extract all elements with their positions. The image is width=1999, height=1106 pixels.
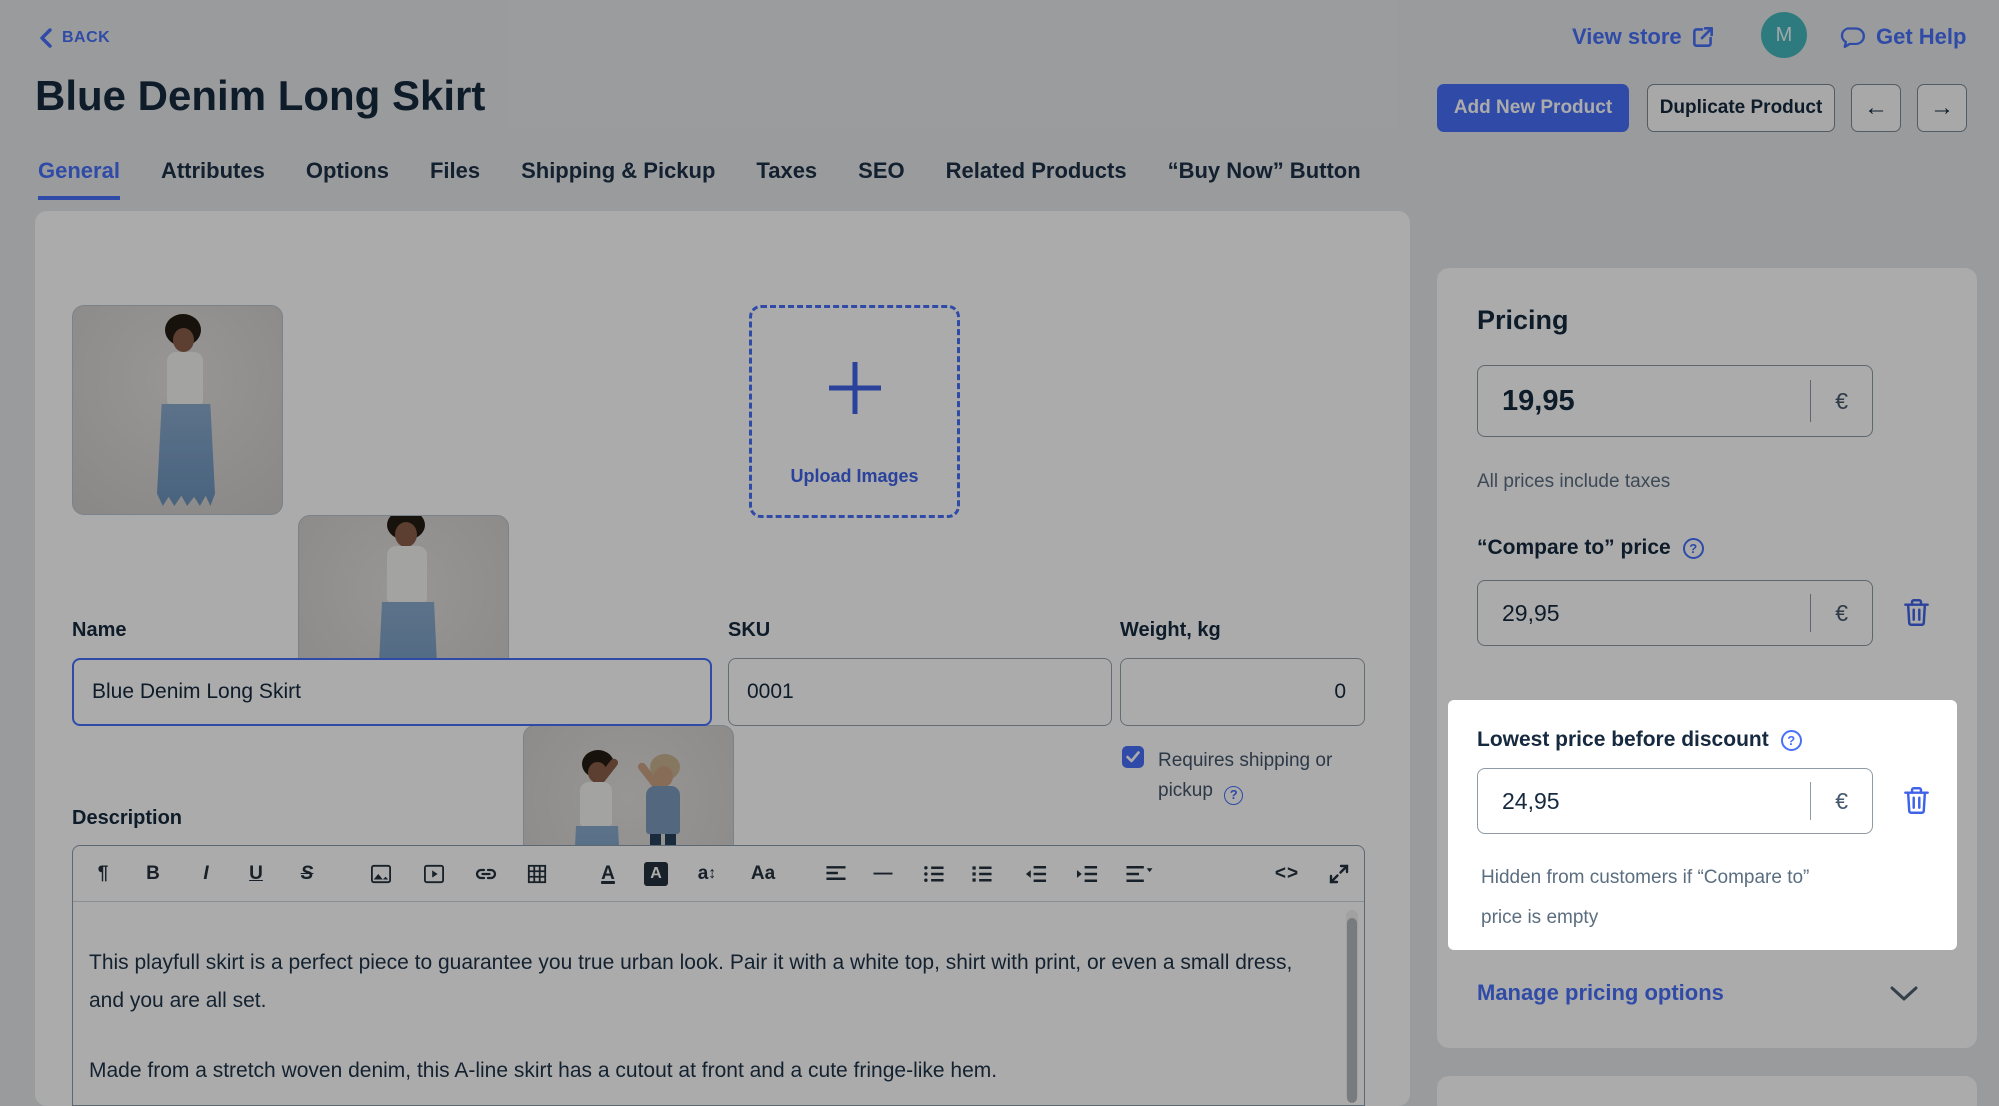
delete-lowest-price-icon[interactable] (1903, 786, 1930, 815)
lowest-price-input[interactable] (1502, 788, 1810, 815)
lowest-divider (1810, 782, 1811, 820)
lowest-price-help-icon[interactable]: ? (1781, 730, 1802, 751)
lowest-price-spotlight: Lowest price before discount ? € Hidden … (1448, 700, 1957, 950)
lowest-price-field[interactable]: € (1477, 768, 1873, 834)
lowest-price-label: Lowest price before discount (1477, 728, 1769, 752)
lowest-currency: € (1835, 788, 1848, 815)
lowest-price-helper-text: Hidden from customers if “Compare to” pr… (1481, 858, 1809, 938)
